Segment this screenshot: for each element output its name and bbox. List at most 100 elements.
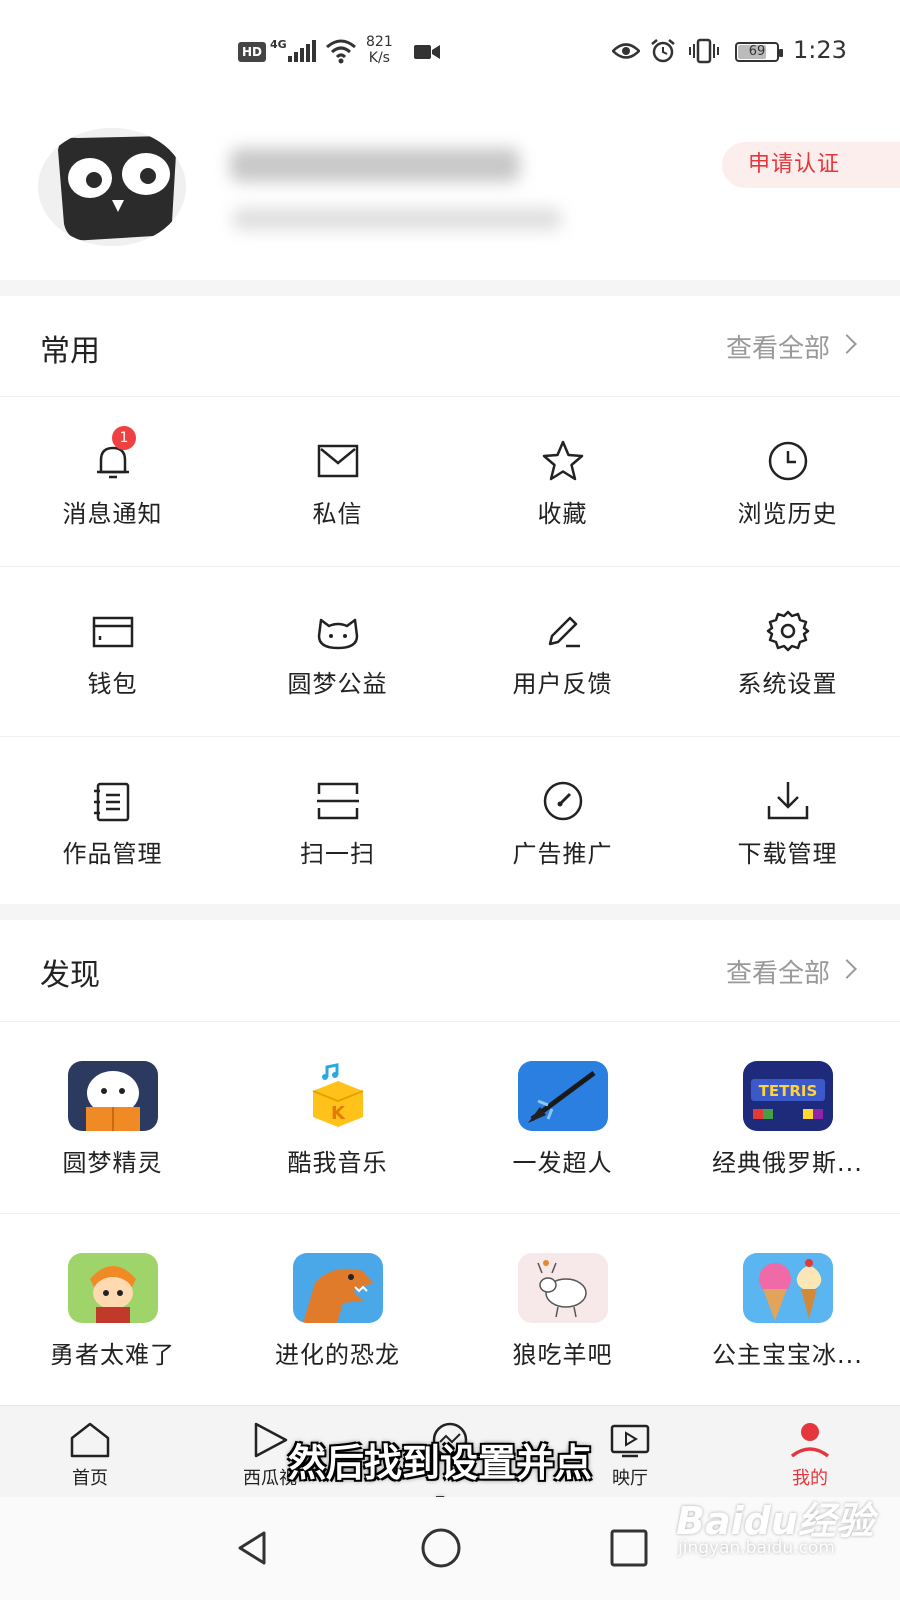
cat-face-icon <box>317 618 358 650</box>
app-tile-hero[interactable]: 勇者太难了 <box>0 1213 225 1403</box>
menu-item-scan[interactable]: 扫一扫 <box>225 736 450 906</box>
watermark-logo: Baidu经验 <box>676 1499 874 1543</box>
tab-label: 我的 <box>792 1468 828 1489</box>
app-tile-tetris[interactable]: TETRIS 经典俄罗斯... <box>675 1021 900 1211</box>
watermark-url: jingyan.baidu.com <box>678 1538 835 1558</box>
sheep-game-app-icon <box>517 1253 608 1323</box>
notebook-icon <box>93 782 129 822</box>
menu-item-label: 作品管理 <box>62 840 163 868</box>
app-label: 一发超人 <box>512 1149 613 1177</box>
scan-icon <box>316 782 359 820</box>
vibrate-icon <box>689 38 719 64</box>
menu-item-label: 收藏 <box>537 500 588 528</box>
discover-view-all-link[interactable]: 查看全部 <box>726 953 830 990</box>
menu-item-wallet[interactable]: 钱包 <box>0 566 225 736</box>
menu-item-ads[interactable]: 广告推广 <box>450 736 675 906</box>
svg-text:K: K <box>331 1103 346 1124</box>
chevron-right-icon[interactable] <box>837 334 857 354</box>
video-subtitle: 然后找到设置并点击 <box>287 1441 592 1540</box>
icecream-game-app-icon <box>742 1253 833 1323</box>
app-tile-dino[interactable]: 进化的恐龙 <box>225 1213 450 1403</box>
apply-certification-button[interactable]: 申请认证 <box>722 142 900 188</box>
clock-icon <box>768 441 807 481</box>
common-grid-row: 钱包 圆梦公益 用户反馈 系统设置 <box>0 566 900 736</box>
clock: 1:23 <box>793 36 847 64</box>
menu-item-feedback[interactable]: 用户反馈 <box>450 566 675 736</box>
hd-icon: HD <box>238 42 266 62</box>
menu-item-label: 浏览历史 <box>737 500 838 528</box>
gauge-icon <box>543 781 582 821</box>
eye-icon <box>612 43 640 59</box>
common-section-title: 常用 <box>40 334 100 369</box>
kuwo-music-app-icon: K <box>292 1061 383 1131</box>
tab-label: 首页 <box>72 1468 108 1489</box>
app-tile-icecream[interactable]: 公主宝宝冰... <box>675 1213 900 1403</box>
menu-item-messages[interactable]: 私信 <box>225 396 450 566</box>
menu-item-label: 钱包 <box>87 670 138 698</box>
tetris-app-icon: TETRIS <box>742 1061 833 1131</box>
common-grid-row: 1 消息通知 私信 收藏 浏览历史 <box>0 396 900 566</box>
app-label: 公主宝宝冰... <box>712 1341 863 1369</box>
alarm-icon <box>651 39 675 63</box>
battery-icon: 69 <box>735 42 783 62</box>
app-label: 酷我音乐 <box>287 1149 388 1177</box>
avatar[interactable] <box>38 128 186 246</box>
app-tile-yuanmeng[interactable]: 圆梦精灵 <box>0 1021 225 1211</box>
discover-section-title: 发现 <box>40 958 100 993</box>
signal-icon <box>288 40 318 62</box>
tv-icon <box>610 1424 650 1458</box>
app-label: 经典俄罗斯... <box>712 1149 863 1177</box>
common-view-all-link[interactable]: 查看全部 <box>726 328 830 365</box>
recents-icon[interactable] <box>606 1525 652 1571</box>
menu-item-history[interactable]: 浏览历史 <box>675 396 900 566</box>
pen-icon <box>548 616 580 648</box>
menu-item-favorites[interactable]: 收藏 <box>450 396 675 566</box>
menu-item-charity[interactable]: 圆梦公益 <box>225 566 450 736</box>
menu-item-settings[interactable]: 系统设置 <box>675 566 900 736</box>
menu-item-label: 私信 <box>312 500 363 528</box>
battery-level: 69 <box>748 44 766 59</box>
chevron-right-icon[interactable] <box>837 959 857 979</box>
back-icon[interactable] <box>230 1525 276 1571</box>
app-tile-kuwo[interactable]: K 酷我音乐 <box>225 1021 450 1211</box>
hero-game-app-icon <box>67 1253 158 1323</box>
section-divider <box>0 904 900 920</box>
menu-item-label: 广告推广 <box>512 840 613 868</box>
app-label: 勇者太难了 <box>50 1341 175 1369</box>
tetris-logo-text: TETRIS <box>758 1082 817 1100</box>
tab-home[interactable]: 首页 <box>0 1406 180 1498</box>
app-label: 进化的恐龙 <box>275 1341 400 1369</box>
speed-unit: K/s <box>368 50 390 66</box>
baidu-watermark: Baidu经验 jingyan.baidu.com <box>676 1490 896 1570</box>
menu-item-label: 用户反馈 <box>512 670 613 698</box>
discover-app-row: 勇者太难了 进化的恐龙 狼吃羊吧 公主宝宝冰... <box>0 1213 900 1403</box>
menu-item-works[interactable]: 作品管理 <box>0 736 225 906</box>
discover-app-row: 圆梦精灵 K 酷我音乐 一发超人 TETRIS 经典俄罗斯... <box>0 1021 900 1211</box>
user-icon <box>790 1423 830 1458</box>
menu-item-label: 圆梦公益 <box>287 670 388 698</box>
speed-value: 821 <box>366 34 393 50</box>
menu-item-notifications[interactable]: 1 消息通知 <box>0 396 225 566</box>
section-divider <box>0 280 900 296</box>
app-tile-sheep[interactable]: 狼吃羊吧 <box>450 1213 675 1403</box>
notification-badge: 1 <box>112 426 136 450</box>
app-tile-yifa[interactable]: 一发超人 <box>450 1021 675 1211</box>
owl-avatar-icon <box>38 128 186 246</box>
star-icon <box>542 440 583 481</box>
menu-item-label: 系统设置 <box>737 670 838 698</box>
username-blurred <box>230 148 520 182</box>
tab-mine[interactable]: 我的 <box>720 1406 900 1498</box>
status-bar: HD 4G 821 K/s 69 1:23 <box>0 0 900 100</box>
network-speed: 821 K/s <box>366 34 393 66</box>
menu-item-label: 扫一扫 <box>300 840 375 868</box>
home-button-icon[interactable] <box>418 1525 464 1571</box>
menu-item-downloads[interactable]: 下载管理 <box>675 736 900 906</box>
common-grid-row: 作品管理 扫一扫 广告推广 下载管理 <box>0 736 900 906</box>
profile-header: 申请认证 <box>0 100 900 280</box>
wallet-icon <box>92 616 133 648</box>
arrow-game-app-icon <box>517 1061 608 1131</box>
menu-item-label: 消息通知 <box>62 500 163 528</box>
gear-icon <box>766 610 809 652</box>
app-label: 圆梦精灵 <box>62 1149 163 1177</box>
network-type: 4G <box>270 38 287 51</box>
